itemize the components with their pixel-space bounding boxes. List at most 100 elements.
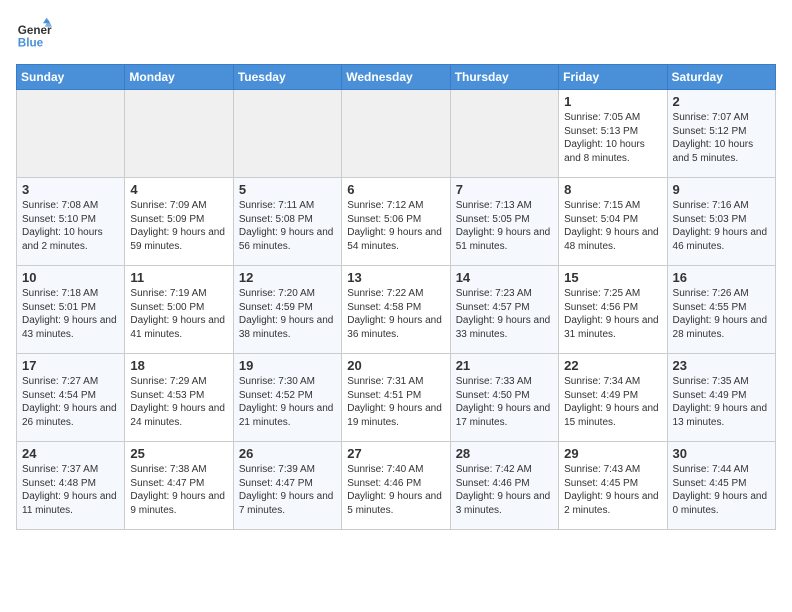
calendar-cell: 3Sunrise: 7:08 AMSunset: 5:10 PMDaylight… xyxy=(17,178,125,266)
calendar-cell xyxy=(450,90,558,178)
calendar-cell xyxy=(17,90,125,178)
week-row-3: 10 Sunrise: 7:18 AMSunset: 5:01 PMDayligh… xyxy=(17,266,776,354)
calendar-cell: 27 Sunrise: 7:40 AMSunset: 4:46 PMDayligh… xyxy=(342,442,450,530)
day-info: Sunrise: 7:13 AMSunset: 5:05 PMDaylight:… xyxy=(456,199,553,253)
day-number: 13 xyxy=(347,270,444,285)
day-info: Sunrise: 7:44 AMSunset: 4:45 PMDaylight:… xyxy=(673,463,770,517)
weekday-header-friday: Friday xyxy=(559,65,667,90)
week-row-2: 3Sunrise: 7:08 AMSunset: 5:10 PMDaylight… xyxy=(17,178,776,266)
day-number: 21 xyxy=(456,358,553,373)
calendar-cell: 9 Sunrise: 7:16 AMSunset: 5:03 PMDaylight… xyxy=(667,178,775,266)
calendar-cell: 29 Sunrise: 7:43 AMSunset: 4:45 PMDayligh… xyxy=(559,442,667,530)
day-info: Sunrise: 7:23 AMSunset: 4:57 PMDaylight:… xyxy=(456,287,553,341)
day-info: Sunrise: 7:43 AMSunset: 4:45 PMDaylight:… xyxy=(564,463,661,517)
day-number: 1 xyxy=(564,94,661,109)
calendar-cell: 13 Sunrise: 7:22 AMSunset: 4:58 PMDayligh… xyxy=(342,266,450,354)
day-number: 2 xyxy=(673,94,770,109)
calendar-cell: 4 Sunrise: 7:09 AMSunset: 5:09 PMDaylight… xyxy=(125,178,233,266)
calendar-cell: 18 Sunrise: 7:29 AMSunset: 4:53 PMDayligh… xyxy=(125,354,233,442)
calendar-cell xyxy=(233,90,341,178)
logo: General Blue xyxy=(16,16,58,52)
calendar-cell: 15 Sunrise: 7:25 AMSunset: 4:56 PMDayligh… xyxy=(559,266,667,354)
day-number: 15 xyxy=(564,270,661,285)
day-info: Sunrise: 7:25 AMSunset: 4:56 PMDaylight:… xyxy=(564,287,661,341)
calendar-cell: 5 Sunrise: 7:11 AMSunset: 5:08 PMDaylight… xyxy=(233,178,341,266)
calendar-cell: 26 Sunrise: 7:39 AMSunset: 4:47 PMDayligh… xyxy=(233,442,341,530)
day-info: Sunrise: 7:37 AMSunset: 4:48 PMDaylight:… xyxy=(22,463,119,517)
calendar-body: 1Sunrise: 7:05 AMSunset: 5:13 PMDaylight… xyxy=(17,90,776,530)
day-info: Sunrise: 7:22 AMSunset: 4:58 PMDaylight:… xyxy=(347,287,444,341)
week-row-5: 24 Sunrise: 7:37 AMSunset: 4:48 PMDayligh… xyxy=(17,442,776,530)
day-number: 27 xyxy=(347,446,444,461)
day-number: 7 xyxy=(456,182,553,197)
svg-text:Blue: Blue xyxy=(18,37,44,50)
day-info: Sunrise: 7:29 AMSunset: 4:53 PMDaylight:… xyxy=(130,375,227,429)
weekday-header-saturday: Saturday xyxy=(667,65,775,90)
day-info: Sunrise: 7:11 AMSunset: 5:08 PMDaylight:… xyxy=(239,199,336,253)
day-number: 5 xyxy=(239,182,336,197)
calendar-cell: 7 Sunrise: 7:13 AMSunset: 5:05 PMDaylight… xyxy=(450,178,558,266)
day-number: 14 xyxy=(456,270,553,285)
day-info: Sunrise: 7:34 AMSunset: 4:49 PMDaylight:… xyxy=(564,375,661,429)
day-number: 8 xyxy=(564,182,661,197)
day-number: 28 xyxy=(456,446,553,461)
calendar-cell: 20Sunrise: 7:31 AMSunset: 4:51 PMDayligh… xyxy=(342,354,450,442)
day-number: 16 xyxy=(673,270,770,285)
calendar-cell xyxy=(342,90,450,178)
day-info: Sunrise: 7:27 AMSunset: 4:54 PMDaylight:… xyxy=(22,375,119,429)
calendar-cell xyxy=(125,90,233,178)
calendar-cell: 23 Sunrise: 7:35 AMSunset: 4:49 PMDayligh… xyxy=(667,354,775,442)
day-info: Sunrise: 7:40 AMSunset: 4:46 PMDaylight:… xyxy=(347,463,444,517)
day-number: 4 xyxy=(130,182,227,197)
day-info: Sunrise: 7:18 AMSunset: 5:01 PMDaylight:… xyxy=(22,287,119,341)
calendar-cell: 28Sunrise: 7:42 AMSunset: 4:46 PMDayligh… xyxy=(450,442,558,530)
calendar-cell: 10 Sunrise: 7:18 AMSunset: 5:01 PMDayligh… xyxy=(17,266,125,354)
day-number: 30 xyxy=(673,446,770,461)
day-info: Sunrise: 7:15 AMSunset: 5:04 PMDaylight:… xyxy=(564,199,661,253)
calendar-cell: 22 Sunrise: 7:34 AMSunset: 4:49 PMDayligh… xyxy=(559,354,667,442)
day-number: 24 xyxy=(22,446,119,461)
week-row-4: 17 Sunrise: 7:27 AMSunset: 4:54 PMDayligh… xyxy=(17,354,776,442)
week-row-1: 1Sunrise: 7:05 AMSunset: 5:13 PMDaylight… xyxy=(17,90,776,178)
calendar-cell: 14 Sunrise: 7:23 AMSunset: 4:57 PMDayligh… xyxy=(450,266,558,354)
day-number: 18 xyxy=(130,358,227,373)
calendar-cell: 24 Sunrise: 7:37 AMSunset: 4:48 PMDayligh… xyxy=(17,442,125,530)
day-info: Sunrise: 7:20 AMSunset: 4:59 PMDaylight:… xyxy=(239,287,336,341)
day-info: Sunrise: 7:38 AMSunset: 4:47 PMDaylight:… xyxy=(130,463,227,517)
weekday-header-row: SundayMondayTuesdayWednesdayThursdayFrid… xyxy=(17,65,776,90)
page-header: General Blue xyxy=(16,16,776,52)
weekday-header-monday: Monday xyxy=(125,65,233,90)
day-info: Sunrise: 7:30 AMSunset: 4:52 PMDaylight:… xyxy=(239,375,336,429)
day-info: Sunrise: 7:35 AMSunset: 4:49 PMDaylight:… xyxy=(673,375,770,429)
day-number: 26 xyxy=(239,446,336,461)
calendar-cell: 30 Sunrise: 7:44 AMSunset: 4:45 PMDayligh… xyxy=(667,442,775,530)
weekday-header-wednesday: Wednesday xyxy=(342,65,450,90)
calendar-cell: 17 Sunrise: 7:27 AMSunset: 4:54 PMDayligh… xyxy=(17,354,125,442)
weekday-header-sunday: Sunday xyxy=(17,65,125,90)
day-number: 6 xyxy=(347,182,444,197)
day-info: Sunrise: 7:19 AMSunset: 5:00 PMDaylight:… xyxy=(130,287,227,341)
day-info: Sunrise: 7:39 AMSunset: 4:47 PMDaylight:… xyxy=(239,463,336,517)
day-number: 12 xyxy=(239,270,336,285)
calendar-cell: 11Sunrise: 7:19 AMSunset: 5:00 PMDayligh… xyxy=(125,266,233,354)
day-number: 23 xyxy=(673,358,770,373)
day-info: Sunrise: 7:08 AMSunset: 5:10 PMDaylight:… xyxy=(22,199,119,253)
weekday-header-tuesday: Tuesday xyxy=(233,65,341,90)
day-info: Sunrise: 7:12 AMSunset: 5:06 PMDaylight:… xyxy=(347,199,444,253)
day-number: 10 xyxy=(22,270,119,285)
day-number: 29 xyxy=(564,446,661,461)
day-number: 22 xyxy=(564,358,661,373)
calendar-cell: 16Sunrise: 7:26 AMSunset: 4:55 PMDayligh… xyxy=(667,266,775,354)
calendar-cell: 2 Sunrise: 7:07 AMSunset: 5:12 PMDaylight… xyxy=(667,90,775,178)
day-number: 9 xyxy=(673,182,770,197)
day-number: 17 xyxy=(22,358,119,373)
day-info: Sunrise: 7:07 AMSunset: 5:12 PMDaylight:… xyxy=(673,111,770,165)
day-info: Sunrise: 7:16 AMSunset: 5:03 PMDaylight:… xyxy=(673,199,770,253)
day-number: 19 xyxy=(239,358,336,373)
logo-icon: General Blue xyxy=(16,16,52,52)
day-info: Sunrise: 7:09 AMSunset: 5:09 PMDaylight:… xyxy=(130,199,227,253)
calendar-table: SundayMondayTuesdayWednesdayThursdayFrid… xyxy=(16,64,776,530)
day-number: 20 xyxy=(347,358,444,373)
calendar-cell: 6 Sunrise: 7:12 AMSunset: 5:06 PMDaylight… xyxy=(342,178,450,266)
calendar-cell: 19 Sunrise: 7:30 AMSunset: 4:52 PMDayligh… xyxy=(233,354,341,442)
